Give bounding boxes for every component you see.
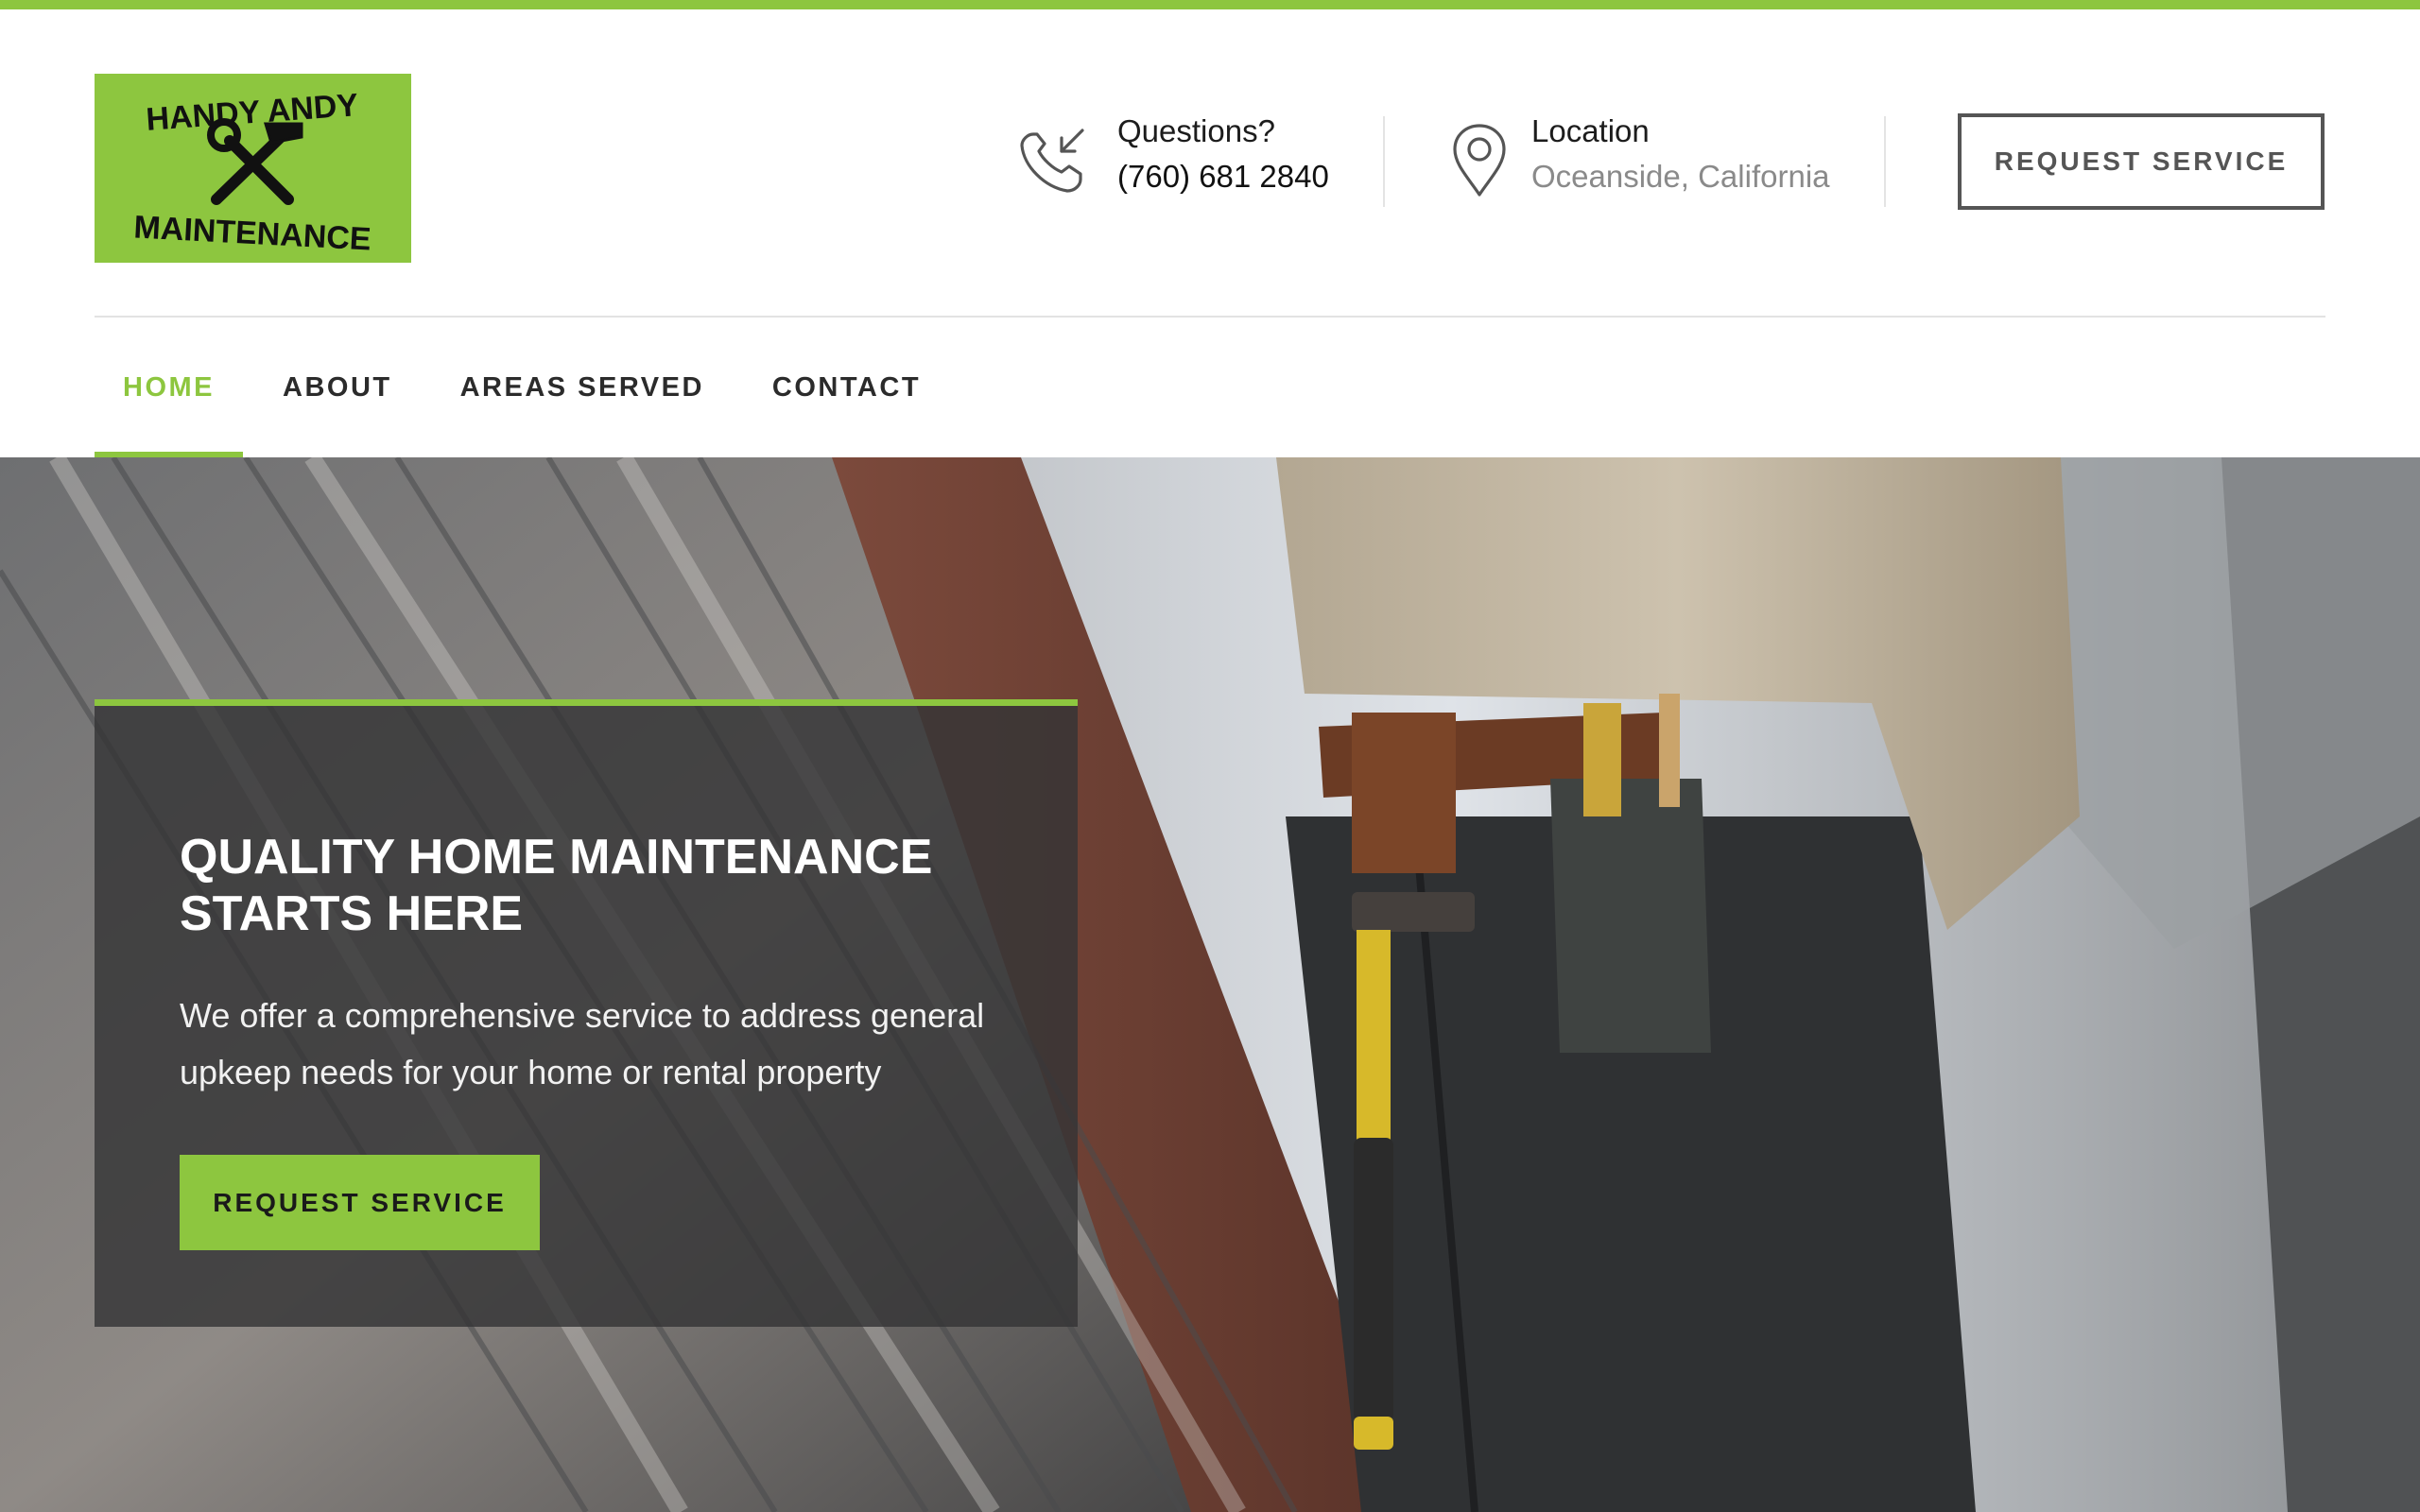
header-divider (1383, 116, 1385, 207)
location-info: Location Oceanside, California (1451, 113, 1876, 217)
top-accent-bar (0, 0, 2420, 9)
nav-item-contact[interactable]: CONTACT (744, 318, 949, 457)
request-service-button[interactable]: REQUEST SERVICE (1958, 113, 2325, 210)
phone-info: Questions? (760) 681 2840 (1016, 113, 1357, 217)
phone-incoming-icon (1016, 123, 1092, 203)
hammer-wrench-logo-icon: HANDY ANDY MAINTENANCE (95, 74, 411, 263)
phone-label: Questions? (1117, 113, 1275, 148)
hero-section: QUALITY HOME MAINTENANCE STARTS HERE We … (0, 457, 2420, 1512)
phone-number-link[interactable]: (760) 681 2840 (1117, 159, 1329, 195)
location-label: Location (1531, 113, 1650, 148)
nav-item-about[interactable]: ABOUT (254, 318, 421, 457)
site-logo[interactable]: HANDY ANDY MAINTENANCE (95, 74, 411, 263)
hero-description: We offer a comprehensive service to addr… (180, 996, 985, 1091)
nav-item-areas-served[interactable]: AREAS SERVED (432, 318, 733, 457)
header-divider (1884, 116, 1886, 207)
hero-card: QUALITY HOME MAINTENANCE STARTS HERE We … (95, 699, 1078, 1327)
hero-title: QUALITY HOME MAINTENANCE STARTS HERE (180, 830, 933, 941)
map-pin-icon (1451, 123, 1508, 203)
hero-request-service-button[interactable]: REQUEST SERVICE (180, 1155, 540, 1250)
location-value: Oceanside, California (1531, 159, 1830, 194)
nav-item-home[interactable]: HOME (95, 318, 243, 457)
main-nav: HOME ABOUT AREAS SERVED CONTACT (95, 318, 949, 457)
